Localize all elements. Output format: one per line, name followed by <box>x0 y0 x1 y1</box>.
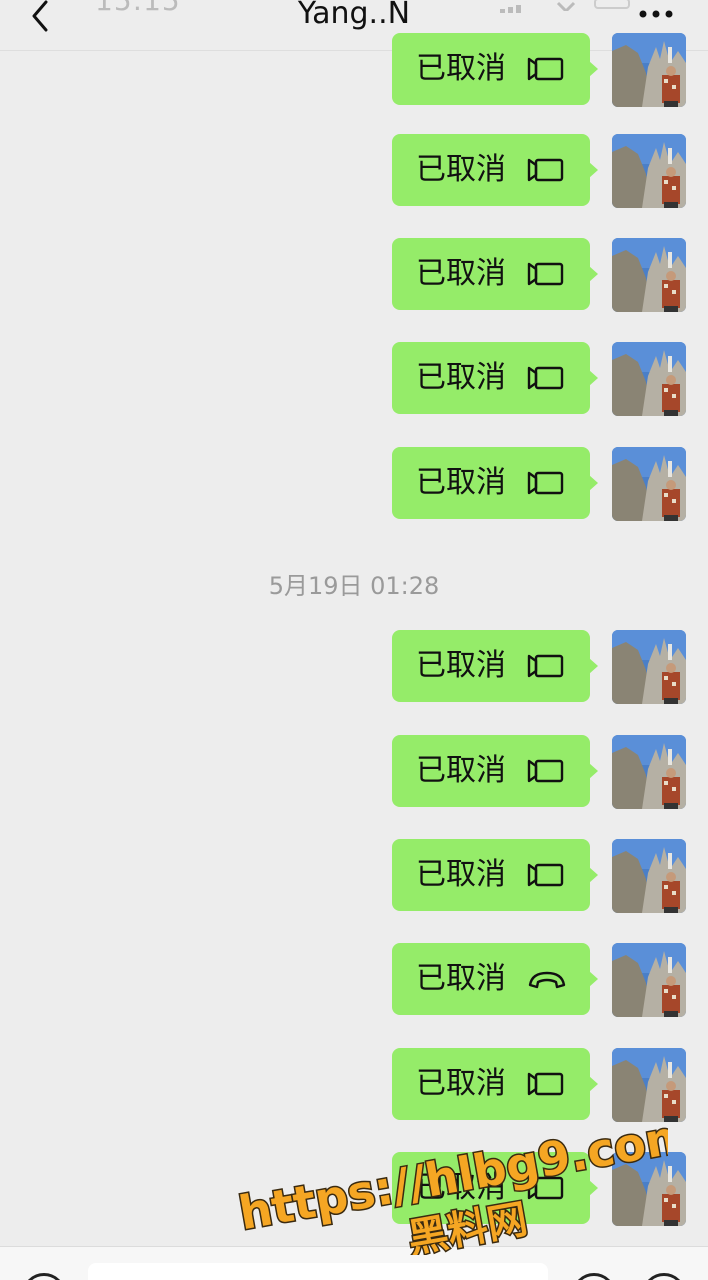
more-actions-button[interactable] <box>642 1273 686 1280</box>
more-button[interactable] <box>636 6 676 20</box>
call-status-text: 已取消 <box>416 152 506 187</box>
message-row: 已取消 <box>0 238 708 314</box>
video-camera-icon <box>526 861 568 889</box>
call-message-bubble[interactable]: 已取消 <box>392 839 598 911</box>
avatar[interactable] <box>612 447 686 521</box>
message-row: 已取消 <box>0 735 708 811</box>
call-status-text: 已取消 <box>416 857 506 892</box>
call-status-text: 已取消 <box>416 360 506 395</box>
emoji-button[interactable] <box>572 1273 616 1280</box>
message-row: 已取消 <box>0 134 708 210</box>
bubble-tail <box>589 475 598 491</box>
avatar[interactable] <box>612 134 686 208</box>
avatar[interactable] <box>612 1152 686 1226</box>
video-camera-icon <box>526 757 568 785</box>
call-status-text: 已取消 <box>416 1170 506 1205</box>
call-message-bubble[interactable]: 已取消 <box>392 33 598 105</box>
bubble-tail <box>589 867 598 883</box>
message-input[interactable] <box>88 1263 548 1280</box>
call-status-text: 已取消 <box>416 753 506 788</box>
call-message-bubble[interactable]: 已取消 <box>392 630 598 702</box>
video-camera-icon <box>526 260 568 288</box>
call-status-text: 已取消 <box>416 465 506 500</box>
bubble-tail <box>589 658 598 674</box>
call-status-text: 已取消 <box>416 51 506 86</box>
bubble-tail <box>589 61 598 77</box>
message-row: 已取消 <box>0 342 708 418</box>
video-camera-icon <box>526 156 568 184</box>
message-row: 已取消 <box>0 943 708 1019</box>
video-camera-icon <box>526 364 568 392</box>
bubble-tail <box>589 162 598 178</box>
avatar[interactable] <box>612 630 686 704</box>
video-camera-icon <box>526 1070 568 1098</box>
bubble-tail <box>589 971 598 987</box>
avatar[interactable] <box>612 1048 686 1122</box>
call-message-bubble[interactable]: 已取消 <box>392 238 598 310</box>
call-status-text: 已取消 <box>416 648 506 683</box>
wifi-icon <box>556 0 576 14</box>
bubble-tail <box>589 1180 598 1196</box>
bubble-tail <box>589 763 598 779</box>
call-message-bubble[interactable]: 已取消 <box>392 1152 598 1224</box>
call-message-bubble[interactable]: 已取消 <box>392 735 598 807</box>
signal-icon <box>500 0 530 13</box>
message-row: 已取消 <box>0 1152 708 1228</box>
voice-input-button[interactable] <box>22 1273 66 1280</box>
bubble-tail <box>589 370 598 386</box>
call-message-bubble[interactable]: 已取消 <box>392 447 598 519</box>
call-message-bubble[interactable]: 已取消 <box>392 134 598 206</box>
message-row: 已取消 <box>0 630 708 706</box>
message-row: 已取消 <box>0 839 708 915</box>
call-status-text: 已取消 <box>416 256 506 291</box>
avatar[interactable] <box>612 839 686 913</box>
video-camera-icon <box>526 55 568 83</box>
input-bar <box>0 1246 708 1280</box>
bubble-tail <box>589 266 598 282</box>
ellipsis-icon <box>639 10 673 18</box>
message-list[interactable]: 已取消 已取消 已取消 已取消 已取消 5月19日 01:28 已取消 已取消 已取消 已取消 已取… <box>0 33 708 1246</box>
bubble-tail <box>589 1076 598 1092</box>
avatar[interactable] <box>612 33 686 107</box>
call-message-bubble[interactable]: 已取消 <box>392 342 598 414</box>
avatar[interactable] <box>612 238 686 312</box>
chat-screen: 15:15 Yang..N 已取消 已取消 已取消 已取消 已取消 5月19日 … <box>0 0 708 1280</box>
call-message-bubble[interactable]: 已取消 <box>392 1048 598 1120</box>
message-row: 已取消 <box>0 33 708 109</box>
call-status-text: 已取消 <box>416 1066 506 1101</box>
call-status-text: 已取消 <box>416 961 506 996</box>
video-camera-icon <box>526 652 568 680</box>
message-row: 已取消 <box>0 447 708 523</box>
timestamp-divider: 5月19日 01:28 <box>268 572 440 600</box>
phone-hangup-icon <box>526 965 568 993</box>
call-message-bubble[interactable]: 已取消 <box>392 943 598 1015</box>
video-camera-icon <box>526 469 568 497</box>
battery-icon <box>594 0 634 9</box>
video-camera-icon <box>526 1174 568 1202</box>
avatar[interactable] <box>612 943 686 1017</box>
message-row: 已取消 <box>0 1048 708 1124</box>
avatar[interactable] <box>612 735 686 809</box>
avatar[interactable] <box>612 342 686 416</box>
